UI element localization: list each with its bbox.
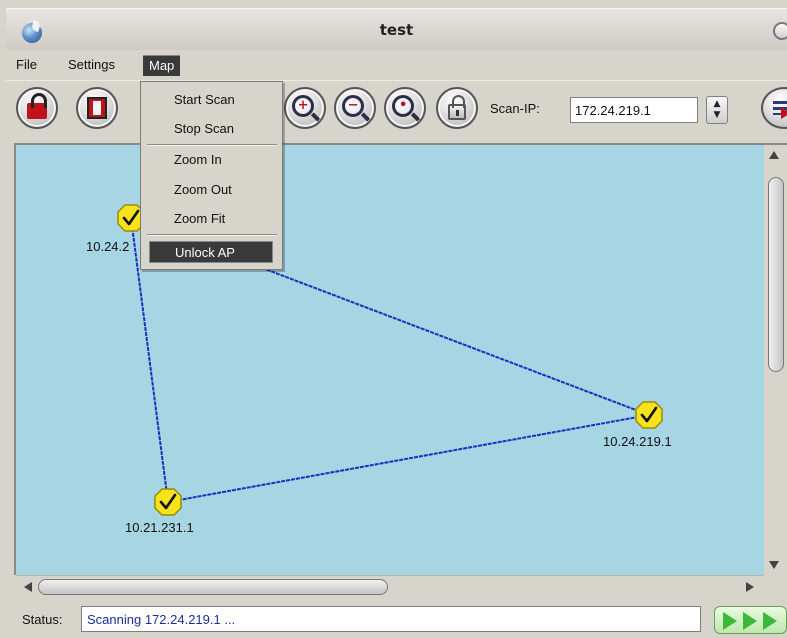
scan-ip-spinner[interactable]: ▲ ▼ xyxy=(706,96,728,124)
zoom-in-icon: + xyxy=(292,95,315,118)
scroll-left-arrow-icon[interactable] xyxy=(24,582,32,592)
network-map[interactable]: 10.24.2 10.24.219.1 10.21.231.1 xyxy=(16,145,764,575)
menu-item-stop-scan[interactable]: Stop Scan xyxy=(149,118,273,140)
unlock-button[interactable] xyxy=(16,87,58,129)
save-red-icon xyxy=(87,97,107,119)
lock-button[interactable] xyxy=(436,87,478,129)
scan-ip-input[interactable] xyxy=(570,97,698,123)
check-node-icon xyxy=(635,401,663,429)
menu-item-zoom-out[interactable]: Zoom Out xyxy=(149,179,273,201)
map-link xyxy=(167,414,650,503)
map-node[interactable] xyxy=(153,487,183,517)
menu-file[interactable]: File xyxy=(10,55,43,76)
zoom-out-icon: − xyxy=(342,95,365,118)
menu-map[interactable]: Map xyxy=(143,55,181,76)
window-control-button[interactable] xyxy=(773,22,787,40)
scroll-up-arrow-icon[interactable] xyxy=(769,151,779,159)
map-node-label: 10.24.2 xyxy=(86,239,130,254)
chevron-right-icon xyxy=(763,612,777,630)
menu-separator xyxy=(147,234,277,236)
map-node[interactable] xyxy=(634,400,664,430)
menu-bar: File Settings Map xyxy=(6,50,787,78)
window-title: test xyxy=(379,21,414,39)
title-bar: test xyxy=(6,8,787,50)
vertical-scroll-thumb[interactable] xyxy=(768,177,784,372)
menu-settings[interactable]: Settings xyxy=(62,55,121,76)
scroll-right-arrow-icon[interactable] xyxy=(746,582,754,592)
padlock-icon xyxy=(448,94,466,120)
scan-ip-label: Scan-IP: xyxy=(490,101,540,116)
map-menu-dropdown: Start Scan Stop Scan Zoom In Zoom Out Zo… xyxy=(140,81,283,270)
application-window: test File Settings Map + − • Scan-IP: ▲▼ xyxy=(0,0,787,638)
vertical-scrollbar[interactable] xyxy=(764,145,787,575)
menu-item-start-scan[interactable]: Start Scan xyxy=(149,89,273,111)
menu-separator xyxy=(147,144,277,146)
unlock-red-icon xyxy=(27,93,47,120)
horizontal-scrollbar[interactable] xyxy=(16,575,764,597)
chevron-right-icon xyxy=(743,612,757,630)
status-text: Scanning 172.24.219.1 ... xyxy=(81,606,701,632)
status-label: Status: xyxy=(22,612,63,627)
map-node-label: 10.24.219.1 xyxy=(603,434,672,449)
check-node-icon xyxy=(154,488,182,516)
save-button[interactable] xyxy=(76,87,118,129)
toolbar: + − • Scan-IP: ▲▼ xyxy=(6,80,787,140)
menu-item-unlock-ap[interactable]: Unlock AP xyxy=(149,241,273,263)
map-node-label: 10.21.231.1 xyxy=(125,520,194,535)
zoom-out-button[interactable]: − xyxy=(334,87,376,129)
list-button[interactable] xyxy=(761,87,787,129)
zoom-fit-button[interactable]: • xyxy=(384,87,426,129)
scroll-down-arrow-icon[interactable] xyxy=(769,561,779,569)
chevron-right-icon xyxy=(723,612,737,630)
menu-item-zoom-fit[interactable]: Zoom Fit xyxy=(149,208,273,230)
go-button[interactable] xyxy=(714,606,787,634)
zoom-in-button[interactable]: + xyxy=(284,87,326,129)
menu-item-zoom-in[interactable]: Zoom In xyxy=(149,149,273,171)
zoom-fit-icon: • xyxy=(392,95,415,118)
horizontal-scroll-thumb[interactable] xyxy=(38,579,388,595)
status-bar: Status: Scanning 172.24.219.1 ... xyxy=(6,599,787,638)
